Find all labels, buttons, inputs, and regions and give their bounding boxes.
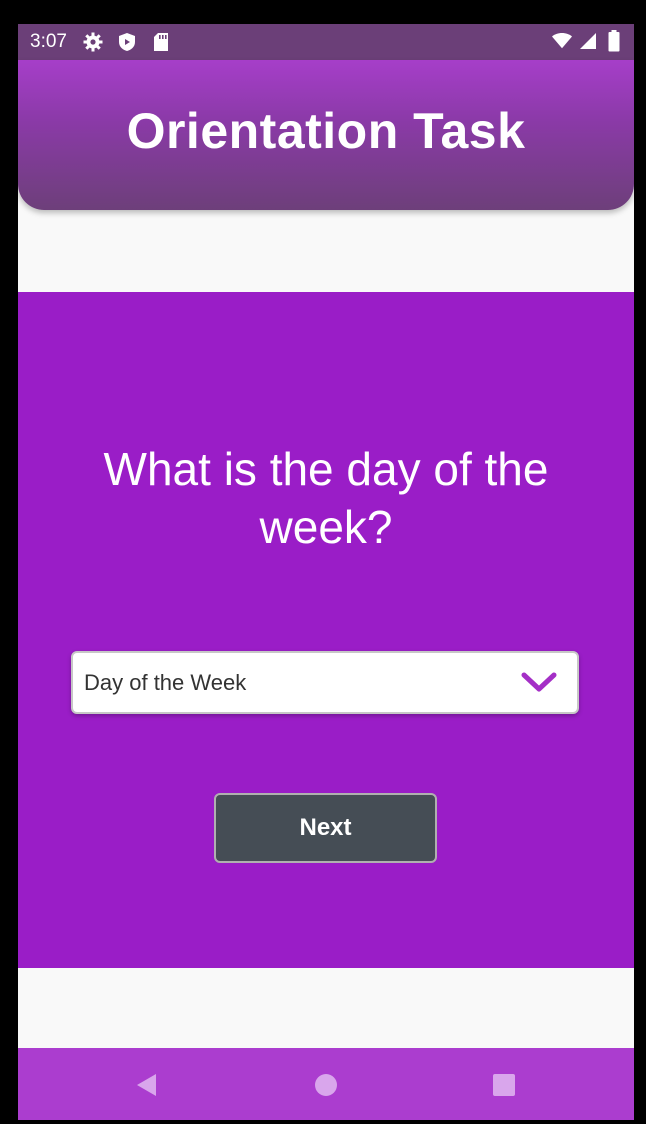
gear-icon — [83, 31, 103, 53]
sd-card-icon — [151, 31, 171, 53]
question-text: What is the day of the week? — [103, 443, 549, 553]
chevron-down-icon — [521, 669, 557, 697]
device-frame: 3:07 Orientation Task What is the day of… — [0, 0, 646, 1124]
next-button[interactable]: Next — [214, 793, 437, 863]
question-panel: What is the day of the week? Day of the … — [18, 292, 634, 968]
back-icon[interactable] — [134, 1072, 160, 1098]
nav-bar — [18, 1048, 634, 1120]
day-of-week-dropdown[interactable]: Day of the Week — [71, 651, 579, 714]
status-icons-right — [552, 30, 624, 52]
screen: 3:07 Orientation Task What is the day of… — [18, 24, 634, 1120]
status-time: 3:07 — [30, 31, 67, 52]
signal-icon — [578, 30, 598, 52]
shield-icon — [117, 31, 137, 53]
status-bar: 3:07 — [18, 24, 634, 60]
dropdown-selected-value: Day of the Week — [84, 669, 247, 695]
page-title: Orientation Task — [126, 103, 526, 159]
status-icons-left — [83, 31, 171, 53]
home-icon[interactable] — [313, 1072, 339, 1098]
app-header: Orientation Task — [18, 60, 634, 210]
recents-icon[interactable] — [491, 1072, 517, 1098]
wifi-icon — [552, 30, 572, 52]
battery-icon — [604, 30, 624, 52]
